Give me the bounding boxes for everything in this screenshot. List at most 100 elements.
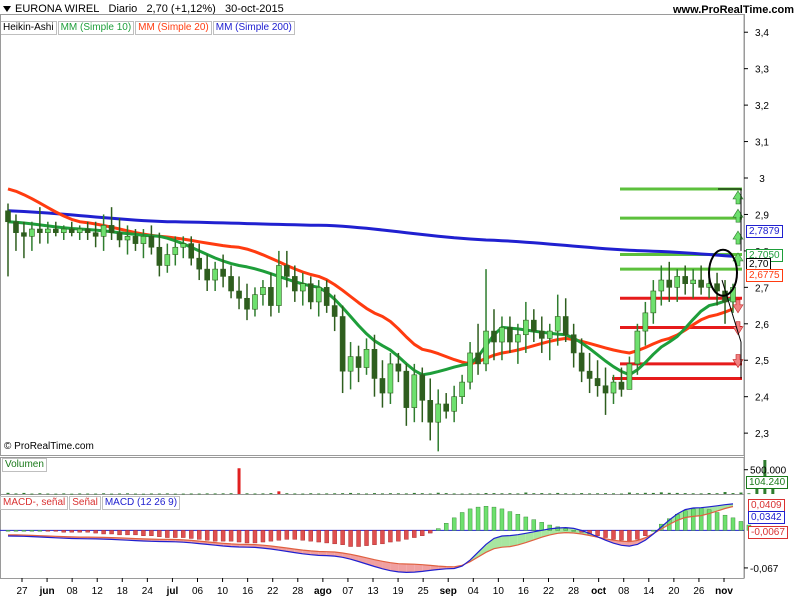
time-tick-label: jun <box>39 586 55 597</box>
volume-label[interactable]: Volumen <box>2 458 47 472</box>
candle-body <box>180 243 187 248</box>
volume-bar <box>141 493 145 495</box>
volume-bar <box>675 492 679 494</box>
volume-bar <box>213 493 217 495</box>
macd-histogram-bar <box>244 530 250 544</box>
candle-body <box>100 225 107 237</box>
time-tick-label: 06 <box>192 586 204 597</box>
price-tick-label: 2,9 <box>755 210 769 221</box>
candle-body <box>260 287 266 295</box>
volume-bar <box>126 493 130 495</box>
volume-bar <box>500 493 504 495</box>
candle-body <box>515 334 521 343</box>
candle-body <box>92 232 99 237</box>
candle-body <box>586 370 593 379</box>
macd-histogram-bar <box>420 530 425 536</box>
volume-bar <box>62 493 66 495</box>
time-tick-label: jul <box>166 586 179 597</box>
macd-histogram-bar <box>141 530 146 536</box>
macd-legend: MACD-, señal Señal MACD (12 26 9) <box>0 496 181 510</box>
macd-histogram-bar <box>603 530 608 538</box>
volume-bar <box>659 492 663 494</box>
macd-histogram-bar <box>29 530 35 532</box>
volume-bar <box>604 493 608 494</box>
macd-histogram-bar <box>714 512 720 531</box>
candle-body <box>228 276 234 292</box>
candle-body <box>76 228 83 233</box>
candle-body <box>13 221 19 233</box>
volume-bar <box>237 468 241 494</box>
candle-body <box>674 276 681 288</box>
volume-bar <box>683 493 687 494</box>
macd-histogram-bar <box>515 514 521 531</box>
ma200-value-tag: 2,7879 <box>746 225 783 238</box>
macd-histogram-bar <box>300 530 305 541</box>
volume-bar <box>524 492 528 494</box>
macd-tick-label: -0,067 <box>750 564 779 575</box>
macd-histogram-bar <box>436 528 441 531</box>
time-tick-label: 22 <box>267 586 279 597</box>
macd-signal-label[interactable]: Señal <box>69 496 101 510</box>
macd-fill-segment <box>501 535 510 548</box>
volume-bar <box>380 493 384 495</box>
volume-bar <box>556 492 560 494</box>
macd-label[interactable]: MACD (12 26 9) <box>101 496 181 510</box>
volume-bar <box>404 493 408 495</box>
candle-body <box>459 381 465 397</box>
candle-body <box>276 265 282 306</box>
volume-bar <box>651 492 655 494</box>
volume-bar <box>372 493 376 494</box>
volume-bar <box>189 493 193 495</box>
volume-bar <box>580 493 584 494</box>
candle-body <box>339 316 346 372</box>
candle-body <box>236 290 242 299</box>
candle-body <box>244 297 250 310</box>
macd-histogram-bar <box>181 530 186 538</box>
candle-body <box>331 305 338 317</box>
macd-histogram-bar <box>308 530 313 542</box>
volume-bar <box>54 493 58 495</box>
candle-body <box>626 363 633 390</box>
macd-histogram-bar <box>292 530 298 540</box>
volume-bar <box>548 493 552 495</box>
candle-body <box>602 385 609 394</box>
time-tick-label: 25 <box>418 586 430 597</box>
volume-bar <box>165 493 169 495</box>
price-tick-label: 2,7 <box>755 283 769 294</box>
volume-bar <box>643 492 647 494</box>
candle-body <box>371 349 378 379</box>
macd-histogram-bar <box>316 530 321 543</box>
volume-bar <box>460 493 464 495</box>
candle-body <box>124 236 131 241</box>
volume-bar <box>253 493 257 495</box>
volume-bar <box>627 492 631 494</box>
candle-body <box>507 327 513 343</box>
time-tick-label: 08 <box>67 586 79 597</box>
macd-histogram-bar <box>635 530 640 540</box>
volume-bar <box>357 493 361 495</box>
volume-bar <box>14 493 18 495</box>
volume-bar <box>723 492 727 494</box>
macd-histogram-bar <box>61 530 66 533</box>
volume-bar <box>707 493 711 494</box>
macd-histogram-bar <box>69 530 74 533</box>
volume-bar <box>349 492 353 494</box>
macd-hist-label[interactable]: MACD-, señal <box>0 496 69 510</box>
volume-bar <box>269 493 273 494</box>
volume-bar <box>699 493 703 495</box>
time-tick-label: 24 <box>142 586 154 597</box>
macd-histogram-bar <box>93 530 98 534</box>
volume-bar <box>412 492 416 494</box>
candle-body <box>284 265 290 277</box>
candle-body <box>347 356 354 372</box>
chart-svg[interactable]: 2,32,42,52,62,72,82,933,13,23,33,427jun0… <box>0 0 800 600</box>
macd-histogram-bar <box>690 508 696 531</box>
candle-body <box>21 232 27 237</box>
volume-bar <box>86 493 90 495</box>
candle-body <box>220 268 226 277</box>
macd-histogram-bar <box>627 530 632 542</box>
macd-histogram-bar <box>730 517 736 531</box>
candle-body <box>172 246 179 255</box>
macd-histogram-bar <box>236 530 242 543</box>
time-tick-label: 13 <box>367 586 379 597</box>
